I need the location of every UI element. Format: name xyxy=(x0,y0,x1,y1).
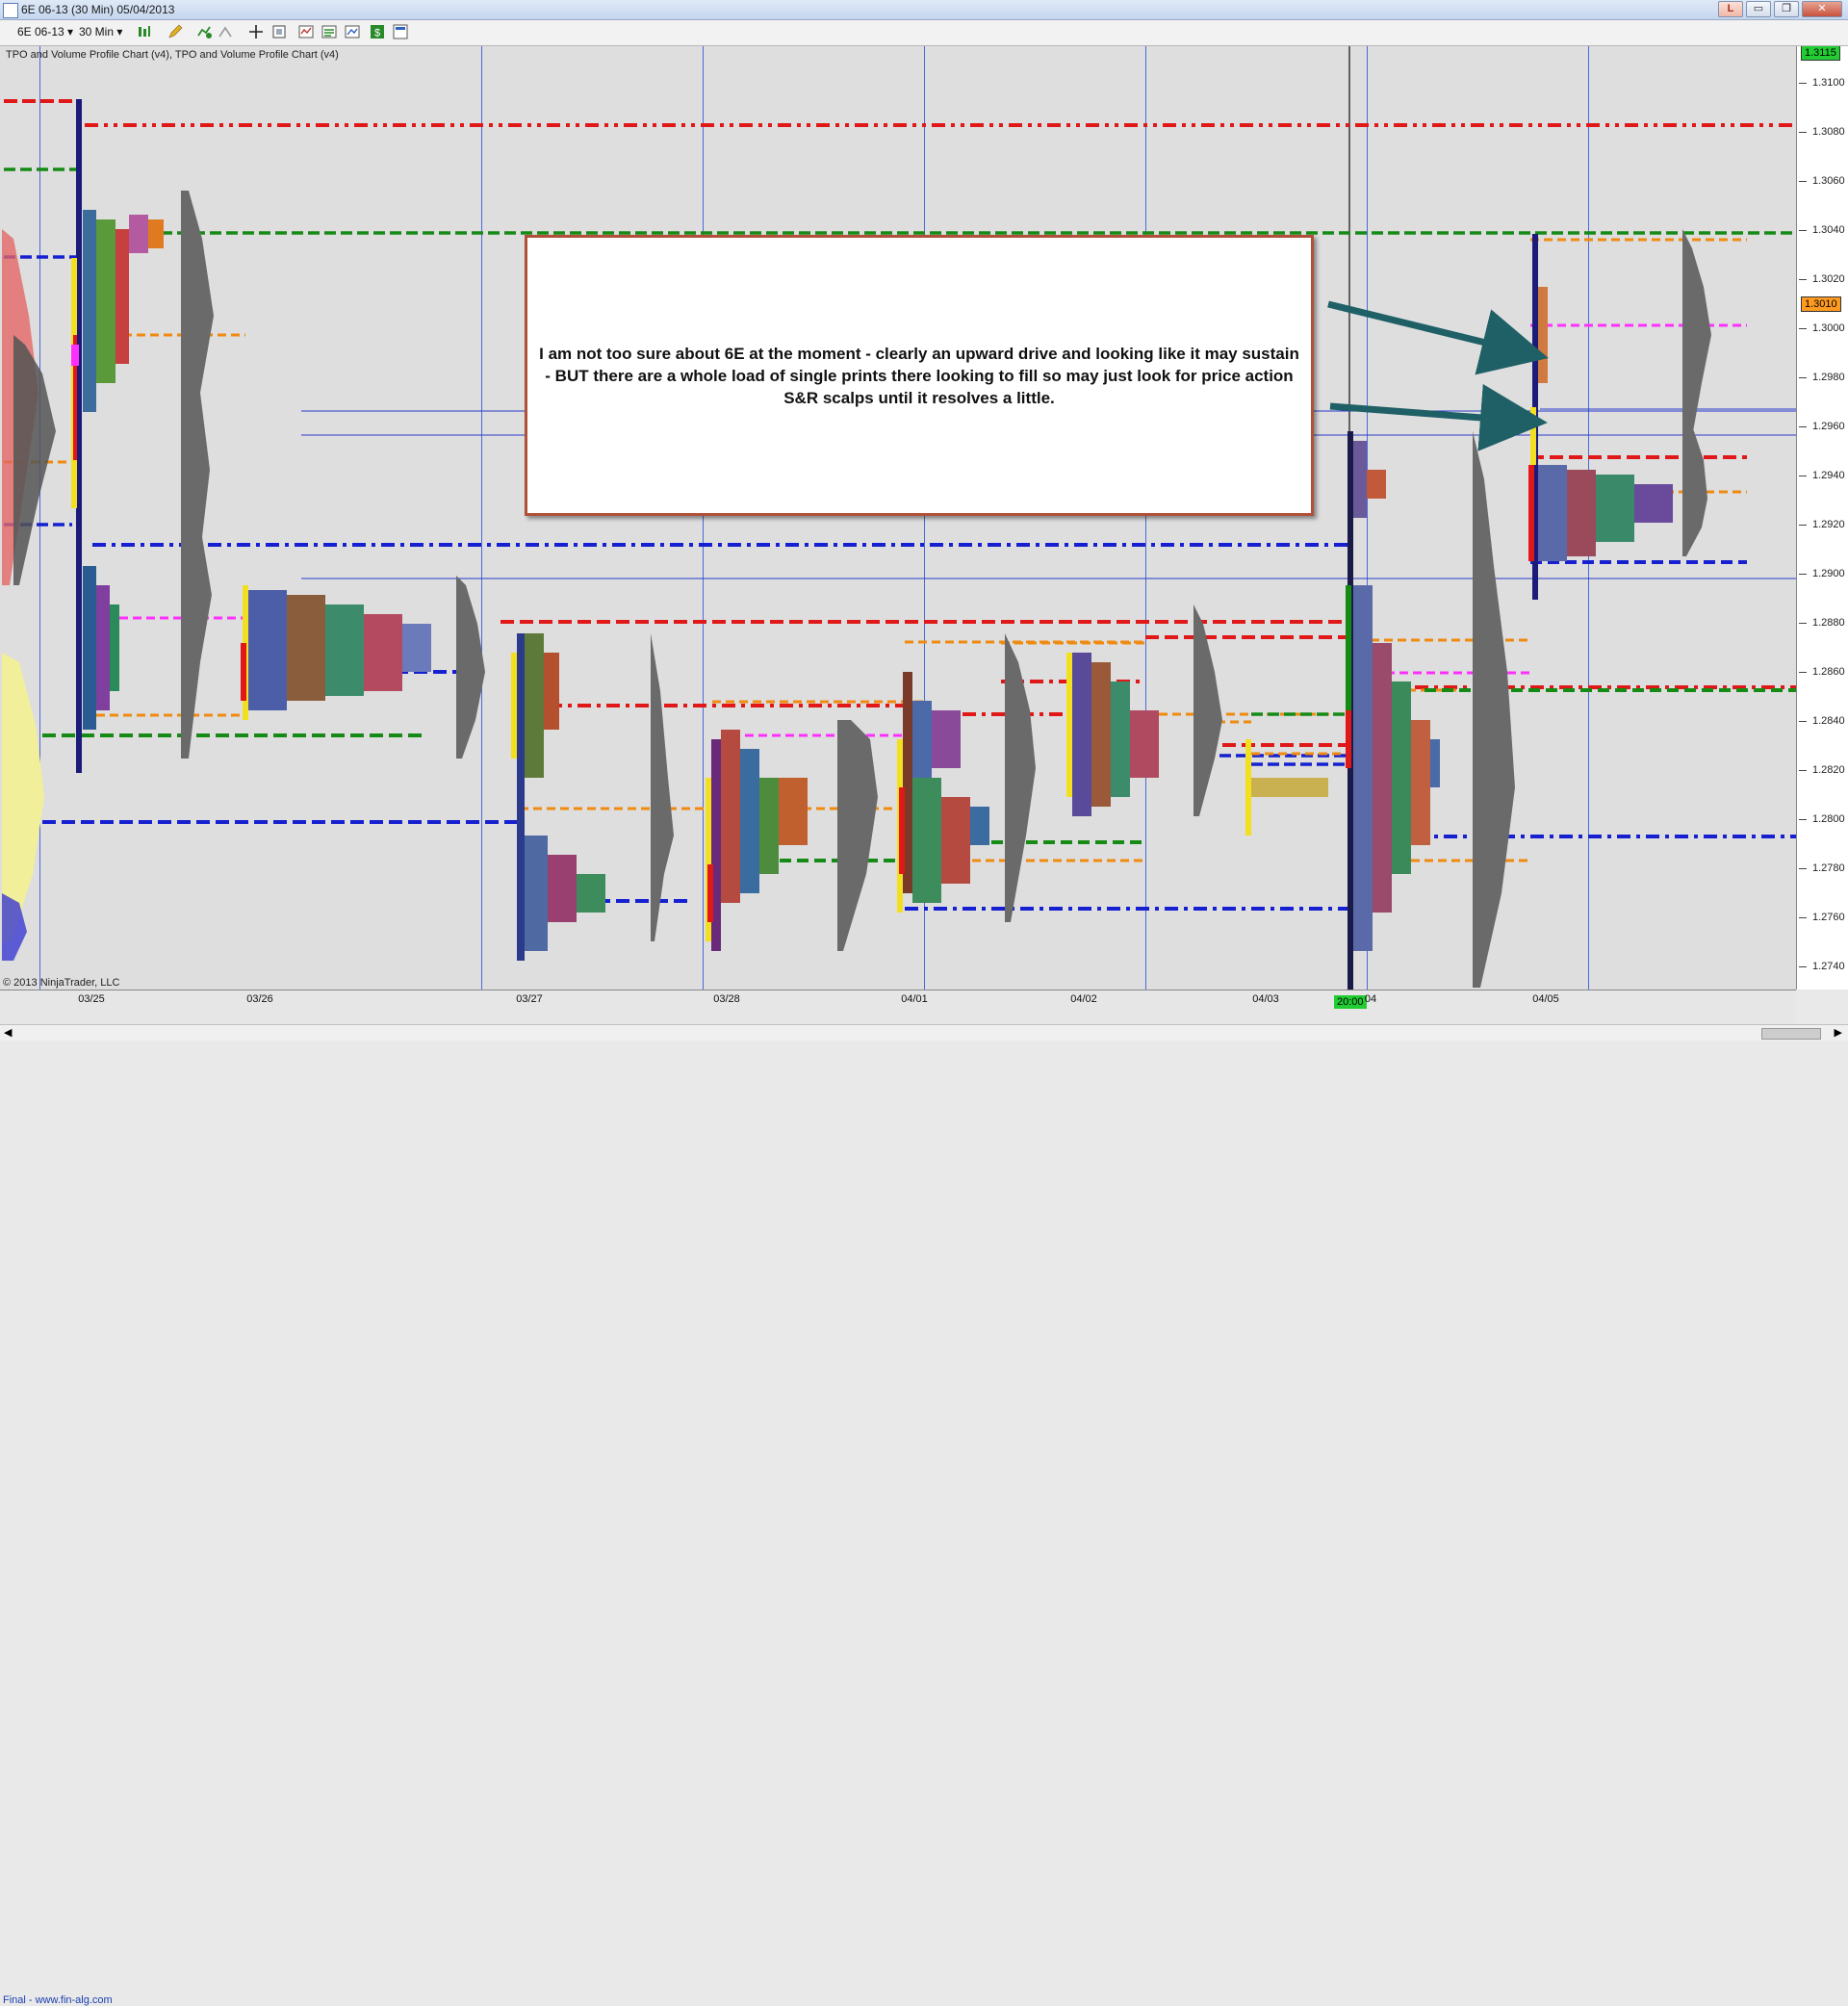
link-button[interactable]: L xyxy=(1718,1,1743,17)
top-price-badge: 1.3115 xyxy=(1801,46,1840,61)
chart-trader-icon[interactable] xyxy=(345,24,360,39)
panel-icon[interactable] xyxy=(393,24,408,39)
chart-panel[interactable]: TPO and Volume Profile Chart (v4), TPO a… xyxy=(0,46,1796,990)
instrument-selector[interactable]: 6E 06-13 ▾ xyxy=(17,24,73,39)
price-tick-label: 1.3020 xyxy=(1799,273,1845,286)
indicator-label: TPO and Volume Profile Chart (v4), TPO a… xyxy=(6,49,339,61)
arrow-lower xyxy=(1329,383,1548,451)
price-tick-label: 1.2840 xyxy=(1799,714,1845,727)
pencil-drawing-icon[interactable] xyxy=(167,24,183,39)
footer-link[interactable]: Final - www.fin-alg.com xyxy=(3,1994,113,2006)
price-tick-label: 1.2920 xyxy=(1799,519,1845,530)
price-tick-label: 1.2780 xyxy=(1799,862,1845,874)
tpo-block-0404 xyxy=(1346,431,1440,990)
app-icon xyxy=(3,3,18,18)
price-tick-label: 1.2800 xyxy=(1799,812,1845,825)
price-tick-label: 1.2740 xyxy=(1799,960,1845,972)
scroll-right-icon[interactable]: ▶ xyxy=(1835,1026,1842,1039)
tpo-block-0325 xyxy=(71,99,164,773)
price-tick-label: 1.3100 xyxy=(1799,77,1845,90)
data-series-icon[interactable] xyxy=(298,24,314,39)
price-tick-label: 1.3060 xyxy=(1799,175,1845,188)
market-profile-canvas xyxy=(2,46,1796,990)
close-button[interactable]: ✕ xyxy=(1802,1,1842,17)
arrow-upper xyxy=(1327,300,1549,375)
date-label: 03/25 xyxy=(78,993,105,1005)
scroll-thumb[interactable] xyxy=(1761,1028,1821,1040)
price-tick-label: 1.2960 xyxy=(1799,421,1845,433)
date-label: 04/05 xyxy=(1532,993,1559,1005)
time-axis[interactable]: 03/25 03/26 03/27 03/28 04/01 04/02 04/0… xyxy=(0,990,1796,2006)
tpo-block-0327 xyxy=(511,633,605,961)
minimize-button[interactable]: ▭ xyxy=(1746,1,1771,17)
window-titlebar: 6E 06-13 (30 Min) 05/04/2013 L ▭ ❐ ✕ xyxy=(0,0,1848,20)
restore-button[interactable]: ❐ xyxy=(1774,1,1799,17)
strategy-icon[interactable] xyxy=(218,24,233,39)
price-tick-label: 1.2760 xyxy=(1799,911,1845,923)
date-label: 03/26 xyxy=(246,993,273,1005)
indicator-add-icon[interactable] xyxy=(196,24,212,39)
price-tick-label: 1.2980 xyxy=(1799,372,1845,384)
price-tick-label: 1.2820 xyxy=(1799,763,1845,776)
price-tick-label: 1.2860 xyxy=(1799,665,1845,678)
tpo-block-0401 xyxy=(897,672,989,913)
horizontal-scrollbar[interactable]: ◀ ▶ xyxy=(0,1024,1848,1041)
date-label: 03/27 xyxy=(516,993,543,1005)
tpo-block-0326 xyxy=(241,585,431,720)
window-controls: L ▭ ❐ ✕ xyxy=(1718,1,1842,17)
price-tick-label: 1.3000 xyxy=(1799,322,1845,335)
bar-type-icon[interactable] xyxy=(137,24,152,39)
current-time-marker: 20:00 xyxy=(1334,995,1367,1009)
copyright-text: © 2013 NinjaTrader, LLC xyxy=(3,977,120,989)
price-tick-label: 1.2940 xyxy=(1799,470,1845,482)
tpo-block-0402 xyxy=(1066,653,1159,816)
date-label: 04/01 xyxy=(901,993,928,1005)
date-label: 04/02 xyxy=(1070,993,1097,1005)
price-tick-label: 1.3040 xyxy=(1799,224,1845,237)
price-tick-label: 1.3080 xyxy=(1799,126,1845,139)
tpo-block-0328 xyxy=(706,730,808,951)
crosshair-icon[interactable] xyxy=(248,24,264,39)
tpo-block-0405 xyxy=(1528,234,1673,600)
window-title: 6E 06-13 (30 Min) 05/04/2013 xyxy=(21,3,175,16)
dollar-icon[interactable]: $ xyxy=(370,24,385,39)
date-label: 03/28 xyxy=(713,993,740,1005)
scroll-left-icon[interactable]: ◀ xyxy=(4,1026,12,1039)
interval-selector[interactable]: 30 Min ▾ xyxy=(79,24,122,39)
zoom-icon[interactable] xyxy=(271,24,287,39)
date-label: 04/03 xyxy=(1252,993,1279,1005)
last-price-badge: 1.3010 xyxy=(1801,296,1841,312)
date-label: 04 xyxy=(1364,993,1377,1005)
price-axis[interactable]: 1.3115 1.3010 1.3100 1.3080 1.3060 1.3040 1.… xyxy=(1796,46,1848,990)
price-tick-label: 1.2880 xyxy=(1799,616,1845,629)
chart-toolbar: 6E 06-13 ▾ 30 Min ▾ $ xyxy=(0,20,1848,46)
price-tick-label: 1.2900 xyxy=(1799,567,1845,579)
annotation-text: I am not too sure about 6E at the moment… xyxy=(539,344,1299,407)
svg-text:$: $ xyxy=(374,28,380,39)
left-edge-profile xyxy=(2,229,56,961)
annotation-box[interactable]: I am not too sure about 6E at the moment… xyxy=(525,235,1314,516)
properties-icon[interactable] xyxy=(321,24,337,39)
